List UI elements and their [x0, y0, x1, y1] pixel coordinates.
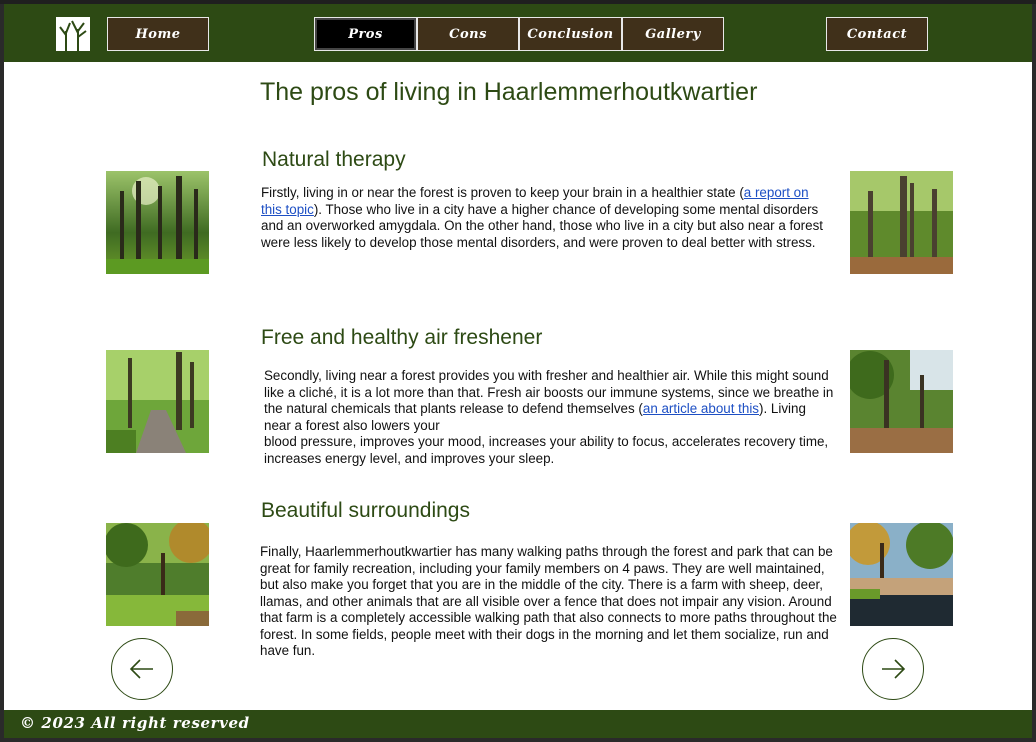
- copyright-text: © 2023 All right reserved: [20, 714, 250, 732]
- nav-conclusion[interactable]: Conclusion: [519, 17, 622, 51]
- pond-photo-right-3: [850, 523, 953, 626]
- arrow-right-icon: [882, 659, 906, 679]
- footer: © 2023 All right reserved: [4, 710, 1032, 738]
- arrow-left-icon: [129, 659, 153, 679]
- section-text-air-freshener: Secondly, living near a forest provides …: [264, 368, 836, 467]
- section-title-beautiful-surroundings: Beautiful surroundings: [261, 499, 470, 522]
- next-page-button[interactable]: [862, 638, 924, 700]
- page: Home Pros Cons Conclusion Gallery Contac…: [4, 4, 1032, 738]
- nav-contact[interactable]: Contact: [826, 17, 928, 51]
- forest-path-photo-left-2: [106, 350, 209, 453]
- section-text-natural-therapy: Firstly, living in or near the forest is…: [261, 185, 833, 251]
- section-title-air-freshener: Free and healthy air freshener: [261, 326, 543, 349]
- header: Home Pros Cons Conclusion Gallery Contac…: [4, 4, 1032, 62]
- tree-logo-icon[interactable]: [56, 17, 90, 51]
- previous-page-button[interactable]: [111, 638, 173, 700]
- forest-photo-left-1: [106, 171, 209, 274]
- nav-cons[interactable]: Cons: [417, 17, 519, 51]
- page-title: The pros of living in Haarlemmerhoutkwar…: [260, 78, 758, 106]
- nav-pros[interactable]: Pros: [314, 17, 417, 51]
- text-fragment: Firstly, living in or near the forest is…: [261, 185, 744, 200]
- nav-gallery[interactable]: Gallery: [622, 17, 724, 51]
- text-fragment: blood pressure, improves your mood, incr…: [264, 434, 829, 466]
- text-fragment: ). Those who live in a city have a highe…: [261, 201, 823, 250]
- section-text-beautiful-surroundings: Finally, Haarlemmerhoutkwartier has many…: [260, 544, 837, 658]
- forest-photo-right-1: [850, 171, 953, 274]
- park-photo-left-3: [106, 523, 209, 626]
- nav-home[interactable]: Home: [107, 17, 209, 51]
- article-link[interactable]: an article about this: [643, 401, 759, 416]
- section-title-natural-therapy: Natural therapy: [262, 148, 406, 171]
- forest-photo-right-2: [850, 350, 953, 453]
